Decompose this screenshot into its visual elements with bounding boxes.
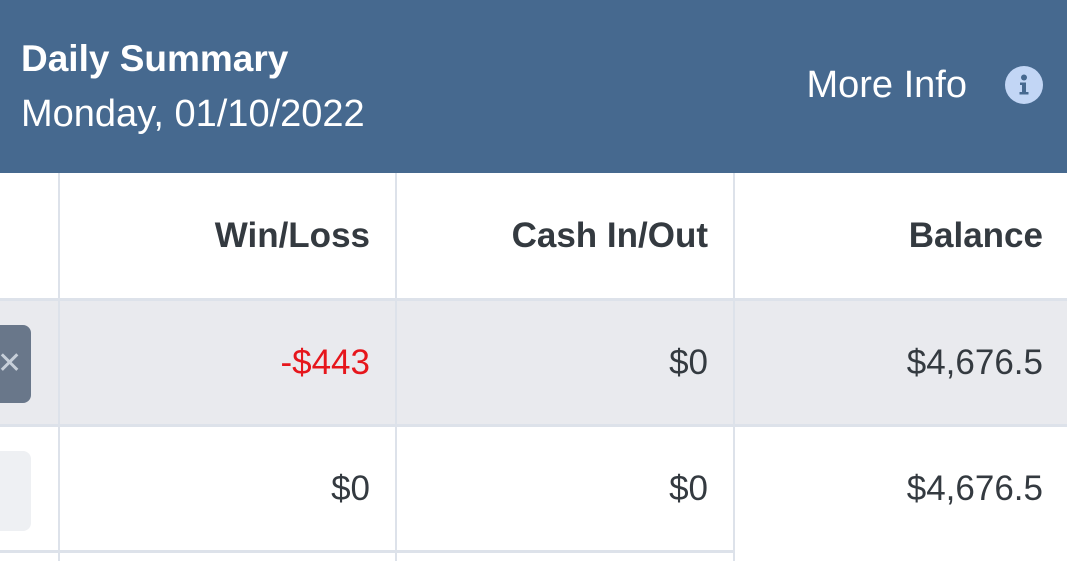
summary-table: Win/Loss Cash In/Out Balance ✕ -$443 $0 … [0, 173, 1067, 561]
page-title: Daily Summary [21, 38, 289, 79]
row-divider [0, 424, 1067, 427]
table-row[interactable]: $0 $0 $4,676.5 [0, 427, 1067, 550]
row-divider [0, 550, 733, 553]
table-row[interactable]: ✕ -$443 $0 $4,676.5 [0, 301, 1067, 424]
column-header-win-loss: Win/Loss [214, 215, 370, 255]
info-icon[interactable] [1005, 66, 1043, 104]
more-info-label: More Info [806, 63, 967, 106]
summary-header: Daily Summary Monday, 01/10/2022 More In… [0, 0, 1067, 173]
win-loss-value: $0 [331, 468, 370, 508]
column-header-balance: Balance [908, 215, 1043, 255]
row-divider [0, 298, 1067, 301]
row-select-button[interactable] [0, 451, 31, 531]
row-action-cell: ✕ [0, 301, 59, 424]
more-info-button[interactable]: More Info [806, 60, 1043, 110]
column-header-cash-in-out: Cash In/Out [511, 215, 708, 255]
close-icon: ✕ [0, 347, 23, 380]
balance-value: $4,676.5 [906, 468, 1043, 508]
row-action-cell [0, 427, 59, 550]
column-divider [58, 173, 60, 561]
cash-in-out-value: $0 [669, 342, 708, 382]
table-header-row: Win/Loss Cash In/Out Balance [0, 173, 1067, 298]
win-loss-value: -$443 [280, 342, 370, 382]
column-divider [395, 173, 397, 561]
cash-in-out-value: $0 [669, 468, 708, 508]
summary-date: Monday, 01/10/2022 [21, 93, 365, 135]
balance-value: $4,676.5 [906, 342, 1043, 382]
close-button[interactable]: ✕ [0, 325, 31, 403]
header-spacer [0, 173, 59, 298]
column-divider [733, 173, 735, 561]
